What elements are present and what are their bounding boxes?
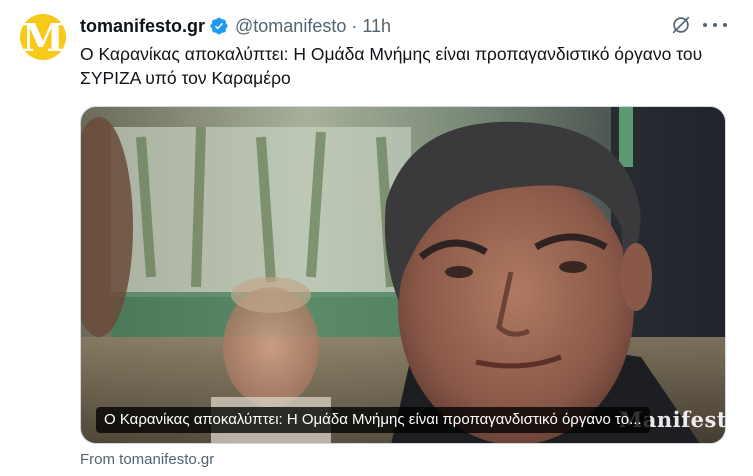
more-icon[interactable] — [703, 14, 727, 36]
handle[interactable]: @tomanifesto — [235, 16, 346, 37]
link-card[interactable]: Manifesto Ο Καρανίκας αποκαλύπτει: Η Ομά… — [80, 106, 726, 444]
tweet[interactable]: M tomanifesto.gr @tomanifesto · 11h Ο Κα… — [0, 0, 753, 476]
card-title: Ο Καρανίκας αποκαλύπτει: Η Ομάδα Μνήμης … — [96, 407, 650, 433]
grok-icon[interactable] — [670, 14, 692, 36]
card-source-link[interactable]: From tomanifesto.gr — [80, 451, 214, 468]
more-dot — [723, 23, 727, 27]
display-name[interactable]: tomanifesto.gr — [80, 16, 205, 37]
avatar[interactable]: M — [20, 14, 66, 60]
more-dot — [703, 23, 707, 27]
tweet-text: Ο Καρανίκας αποκαλύπτει: Η Ομάδα Μνήμης … — [80, 44, 703, 88]
separator-dot: · — [351, 15, 358, 36]
more-dot — [713, 23, 717, 27]
timestamp[interactable]: 11h — [362, 16, 391, 37]
avatar-logo: M — [21, 15, 65, 60]
tweet-header: tomanifesto.gr @tomanifesto · 11h — [80, 13, 391, 39]
verified-badge-icon[interactable] — [209, 16, 229, 36]
card-image — [81, 107, 725, 443]
